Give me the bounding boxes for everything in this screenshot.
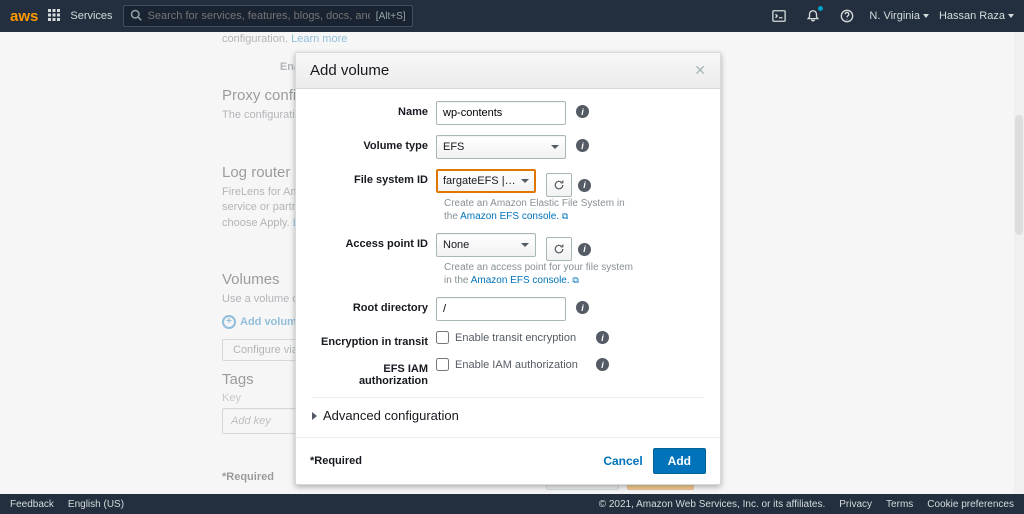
search-shortcut-hint: [Alt+S] xyxy=(376,11,406,22)
modal-required-note: *Required xyxy=(310,455,362,467)
advanced-configuration-toggle[interactable]: Advanced configuration xyxy=(312,397,704,433)
efs-console-link-2[interactable]: Amazon EFS console. ⧉ xyxy=(471,275,579,286)
root-directory-input[interactable] xyxy=(436,297,566,321)
notification-dot xyxy=(818,6,823,11)
refresh-fs-button[interactable] xyxy=(546,173,572,197)
root-directory-label: Root directory xyxy=(312,297,436,314)
terms-link[interactable]: Terms xyxy=(886,499,913,510)
info-icon[interactable]: i xyxy=(576,139,589,152)
chevron-down-icon xyxy=(521,243,529,247)
caret-down-icon xyxy=(1008,14,1014,18)
name-label: Name xyxy=(312,101,436,118)
top-nav: aws Services [Alt+S] N. Virginia Hassan … xyxy=(0,0,1024,32)
modal-add-button[interactable]: Add xyxy=(653,448,706,474)
iam-authorization-checkbox[interactable] xyxy=(436,358,449,371)
ap-hint: Create an access point for your file sys… xyxy=(444,261,634,287)
cookie-preferences-link[interactable]: Cookie preferences xyxy=(927,499,1014,510)
external-link-icon: ⧉ xyxy=(562,211,568,221)
modal-footer: *Required Cancel Add xyxy=(296,437,720,484)
cloudshell-icon[interactable] xyxy=(767,4,791,28)
feedback-link[interactable]: Feedback xyxy=(10,499,54,510)
iam-auth-label: EFS IAM authorization xyxy=(312,358,436,387)
modal-header: Add volume ✕ xyxy=(296,53,720,89)
info-icon[interactable]: i xyxy=(578,179,591,192)
language-selector[interactable]: English (US) xyxy=(68,499,124,510)
info-icon[interactable]: i xyxy=(596,331,609,344)
copyright-text: © 2021, Amazon Web Services, Inc. or its… xyxy=(599,499,826,510)
access-point-id-select[interactable]: None xyxy=(436,233,536,257)
nav-search[interactable]: [Alt+S] xyxy=(123,5,413,27)
footer: Feedback English (US) © 2021, Amazon Web… xyxy=(0,494,1024,514)
modal-title: Add volume xyxy=(310,62,389,79)
add-volume-modal: Add volume ✕ Name i Volume type EFS i Fi… xyxy=(295,52,721,485)
info-icon[interactable]: i xyxy=(576,301,589,314)
modal-cancel-button[interactable]: Cancel xyxy=(593,449,652,473)
privacy-link[interactable]: Privacy xyxy=(839,499,872,510)
services-link[interactable]: Services xyxy=(70,10,112,22)
file-system-id-label: File system ID xyxy=(312,169,436,186)
language-label: English (US) xyxy=(68,499,124,510)
encryption-label: Encryption in transit xyxy=(312,331,436,348)
access-point-id-label: Access point ID xyxy=(312,233,436,250)
services-grid-icon[interactable] xyxy=(48,9,60,24)
notifications-icon[interactable] xyxy=(801,4,825,28)
volume-type-select[interactable]: EFS xyxy=(436,135,566,159)
region-selector[interactable]: N. Virginia xyxy=(869,10,929,22)
account-menu[interactable]: Hassan Raza xyxy=(939,10,1014,22)
region-label: N. Virginia xyxy=(869,10,920,22)
efs-console-link[interactable]: Amazon EFS console. ⧉ xyxy=(460,211,568,222)
info-icon[interactable]: i xyxy=(578,243,591,256)
refresh-ap-button[interactable] xyxy=(546,237,572,261)
advanced-configuration-label: Advanced configuration xyxy=(323,408,459,423)
chevron-down-icon xyxy=(551,145,559,149)
chevron-right-icon xyxy=(312,412,317,420)
info-icon[interactable]: i xyxy=(576,105,589,118)
close-icon[interactable]: ✕ xyxy=(694,62,706,79)
caret-down-icon xyxy=(923,14,929,18)
info-icon[interactable]: i xyxy=(596,358,609,371)
file-system-id-value: fargateEFS | fs-03f... xyxy=(443,175,517,187)
fs-hint: Create an Amazon Elastic File System in … xyxy=(444,197,634,223)
external-link-icon: ⧉ xyxy=(572,275,578,285)
volume-type-value: EFS xyxy=(443,141,464,153)
access-point-id-value: None xyxy=(443,239,469,251)
search-input[interactable] xyxy=(148,10,370,22)
search-icon xyxy=(130,9,142,24)
transit-encryption-checkbox[interactable] xyxy=(436,331,449,344)
user-label: Hassan Raza xyxy=(939,10,1005,22)
file-system-id-select[interactable]: fargateEFS | fs-03f... xyxy=(436,169,536,193)
chevron-down-icon xyxy=(521,179,529,183)
transit-encryption-checkbox-label: Enable transit encryption xyxy=(455,332,576,344)
volume-type-label: Volume type xyxy=(312,135,436,152)
aws-logo[interactable]: aws xyxy=(10,8,38,25)
name-input[interactable] xyxy=(436,101,566,125)
iam-authorization-checkbox-label: Enable IAM authorization xyxy=(455,359,578,371)
help-icon[interactable] xyxy=(835,4,859,28)
